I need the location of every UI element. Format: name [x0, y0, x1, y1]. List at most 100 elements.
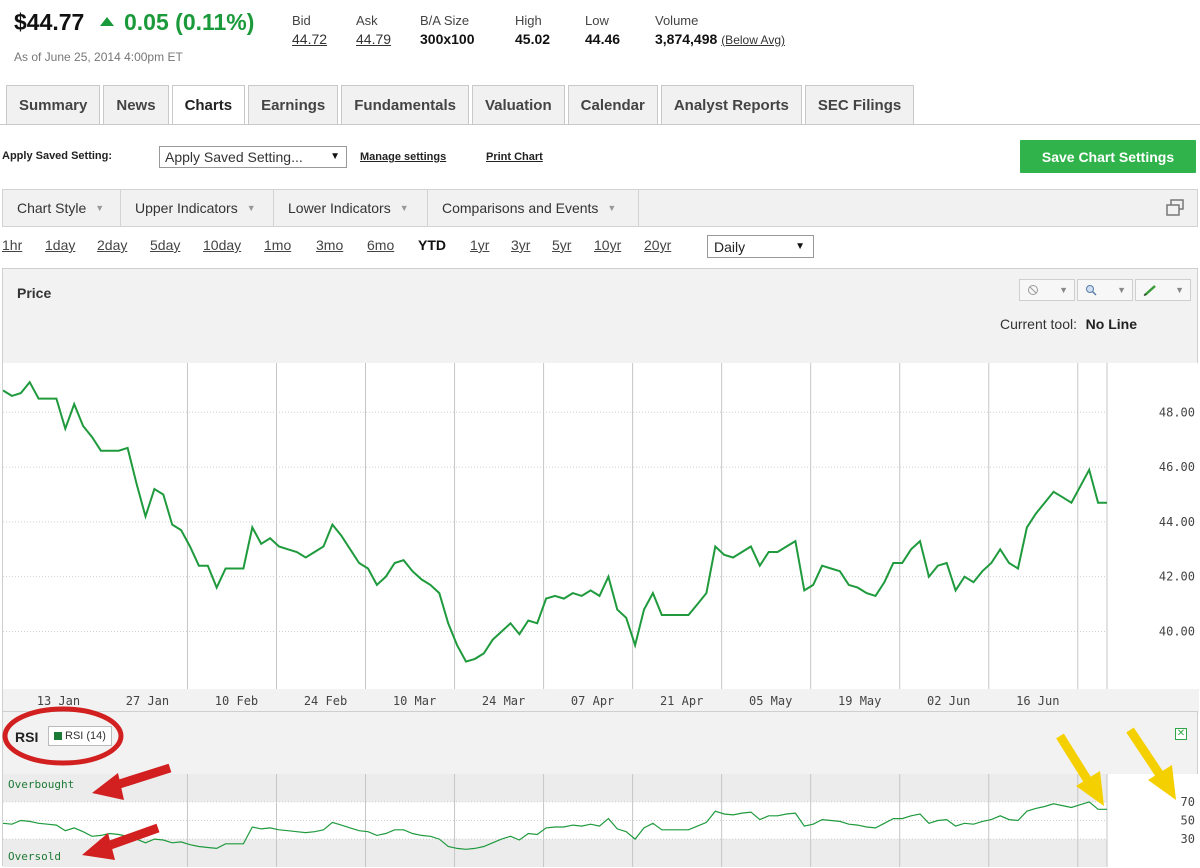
period-20yr[interactable]: 20yr: [644, 237, 671, 253]
price-panel: Price ▼ ▼ ▼ Current tool: No Line 40.00 4…: [2, 268, 1199, 713]
price-x-tick-label: 05 May: [749, 694, 792, 708]
period-5yr[interactable]: 5yr: [552, 237, 571, 253]
rsi-y-tick-label: 30: [1181, 832, 1195, 846]
rsi-swatch: [54, 732, 62, 740]
high-value: 45.02: [515, 31, 551, 47]
tab-earnings[interactable]: Earnings: [248, 85, 339, 125]
price-x-tick-label: 27 Jan: [126, 694, 169, 708]
tab-calendar[interactable]: Calendar: [567, 85, 658, 125]
apply-setting-value: Apply Saved Setting...: [165, 149, 303, 165]
period-3mo[interactable]: 3mo: [316, 237, 343, 253]
line-tool-dropdown[interactable]: ▼: [1019, 279, 1075, 301]
save-chart-settings-button[interactable]: Save Chart Settings: [1020, 140, 1196, 173]
price-y-tick-label: 48.00: [1159, 405, 1195, 419]
volume-value: 3,874,498: [655, 31, 718, 47]
period-5day[interactable]: 5day: [150, 237, 180, 253]
upper-indicators-label: Upper Indicators: [135, 200, 238, 216]
period-1day[interactable]: 1day: [45, 237, 75, 253]
dropdown-arrow-icon: ▼: [330, 151, 340, 162]
price-x-tick-label: 02 Jun: [927, 694, 970, 708]
rsi-y-tick-label: 70: [1181, 795, 1195, 809]
pencil-icon: [1143, 285, 1156, 296]
period-1yr[interactable]: 1yr: [470, 237, 489, 253]
tab-summary[interactable]: Summary: [6, 85, 101, 125]
period-6mo[interactable]: 6mo: [367, 237, 394, 253]
up-arrow-icon: [100, 17, 114, 26]
dropdown-arrow-icon: ▼: [95, 203, 105, 213]
dropdown-arrow-icon: ▼: [399, 203, 409, 213]
price-y-tick-label: 42.00: [1159, 570, 1195, 584]
tab-divider: [0, 124, 1200, 125]
period-1mo[interactable]: 1mo: [264, 237, 291, 253]
rsi-y-tick-label: 50: [1181, 814, 1195, 828]
rsi-legend-label: RSI (14): [65, 730, 106, 742]
dropdown-arrow-icon: ▼: [1117, 285, 1126, 295]
price-x-tick-label: 19 May: [838, 694, 881, 708]
close-panel-icon[interactable]: ✕: [1175, 728, 1187, 740]
ba-size-value: 300x100: [420, 31, 475, 47]
price-x-tick-label: 13 Jan: [37, 694, 80, 708]
dropdown-arrow-icon: ▼: [795, 241, 805, 252]
overbought-label: Overbought: [8, 778, 74, 791]
period-3yr[interactable]: 3yr: [511, 237, 530, 253]
price-y-tick-label: 44.00: [1159, 515, 1195, 529]
tab-valuation[interactable]: Valuation: [471, 85, 565, 125]
period-10yr[interactable]: 10yr: [594, 237, 621, 253]
dropdown-arrow-icon: ▼: [1059, 285, 1068, 295]
print-chart-link[interactable]: Print Chart: [486, 151, 543, 163]
low-value: 44.46: [585, 31, 621, 47]
lower-indicators-label: Lower Indicators: [288, 200, 391, 216]
comparisons-events-menu[interactable]: Comparisons and Events ▼: [428, 190, 639, 226]
rsi-chart[interactable]: 30 50 70 Overbought Oversold: [3, 774, 1199, 867]
draw-tool-dropdown[interactable]: ▼: [1135, 279, 1191, 301]
oversold-band: [3, 839, 1107, 867]
period-2day[interactable]: 2day: [97, 237, 127, 253]
apply-setting-select[interactable]: Apply Saved Setting... ▼: [159, 146, 347, 168]
interval-select[interactable]: Daily ▼: [707, 235, 814, 258]
manage-settings-link[interactable]: Manage settings: [360, 151, 446, 163]
zoom-tool-dropdown[interactable]: ▼: [1077, 279, 1133, 301]
price-panel-title: Price: [17, 285, 52, 301]
magnifier-icon: [1086, 285, 1097, 296]
volume-label: Volume: [655, 13, 699, 28]
oversold-label: Oversold: [8, 850, 61, 863]
tab-news[interactable]: News: [103, 85, 169, 125]
tab-charts[interactable]: Charts: [171, 85, 246, 125]
lower-indicators-menu[interactable]: Lower Indicators ▼: [274, 190, 428, 226]
price-x-tick-label: 10 Feb: [215, 694, 258, 708]
rsi-panel: RSI RSI (14) ✕ 30 50 70 Overbought Oversold: [2, 711, 1199, 867]
price-x-tick-label: 21 Apr: [660, 694, 703, 708]
price-x-tick-label: 07 Apr: [571, 694, 614, 708]
interval-value: Daily: [714, 238, 746, 255]
ask-label: Ask: [356, 13, 378, 28]
chart-style-menu[interactable]: Chart Style ▼: [3, 190, 121, 226]
price-x-tick-label: 24 Mar: [482, 694, 525, 708]
apply-setting-label: Apply Saved Setting:: [2, 150, 113, 162]
price-change: 0.05 (0.11%): [124, 9, 255, 35]
price-x-tick-label: 10 Mar: [393, 694, 436, 708]
period-ytd[interactable]: YTD: [418, 237, 446, 253]
period-1hr[interactable]: 1hr: [2, 237, 22, 253]
price-x-tick-label: 24 Feb: [304, 694, 347, 708]
bid-value[interactable]: 44.72: [292, 31, 327, 47]
ask-value[interactable]: 44.79: [356, 31, 391, 47]
period-10day[interactable]: 10day: [203, 237, 241, 253]
tab-sec-filings[interactable]: SEC Filings: [804, 85, 915, 125]
price-x-tick-label: 16 Jun: [1016, 694, 1059, 708]
price-y-tick-label: 46.00: [1159, 460, 1195, 474]
dropdown-arrow-icon: ▼: [1175, 285, 1184, 295]
volume-note-link[interactable]: (Below Avg): [721, 33, 785, 47]
low-label: Low: [585, 13, 609, 28]
tab-fundamentals[interactable]: Fundamentals: [341, 85, 469, 125]
last-price: $44.77: [14, 9, 85, 35]
high-label: High: [515, 13, 542, 28]
tab-analyst-reports[interactable]: Analyst Reports: [660, 85, 802, 125]
current-tool-value: No Line: [1085, 316, 1137, 332]
popout-window-icon[interactable]: [1165, 199, 1185, 217]
price-chart[interactable]: 40.00 42.00 44.00 46.00 48.00 13 Jan 27 Jan 10 …: [3, 363, 1199, 713]
volume-group: 3,874,498 (Below Avg): [655, 31, 785, 47]
upper-indicators-menu[interactable]: Upper Indicators ▼: [121, 190, 274, 226]
rsi-legend[interactable]: RSI (14): [48, 726, 112, 746]
chart-toolbar: Chart Style ▼ Upper Indicators ▼ Lower Ind…: [2, 189, 1198, 227]
overbought-band: [3, 774, 1107, 802]
